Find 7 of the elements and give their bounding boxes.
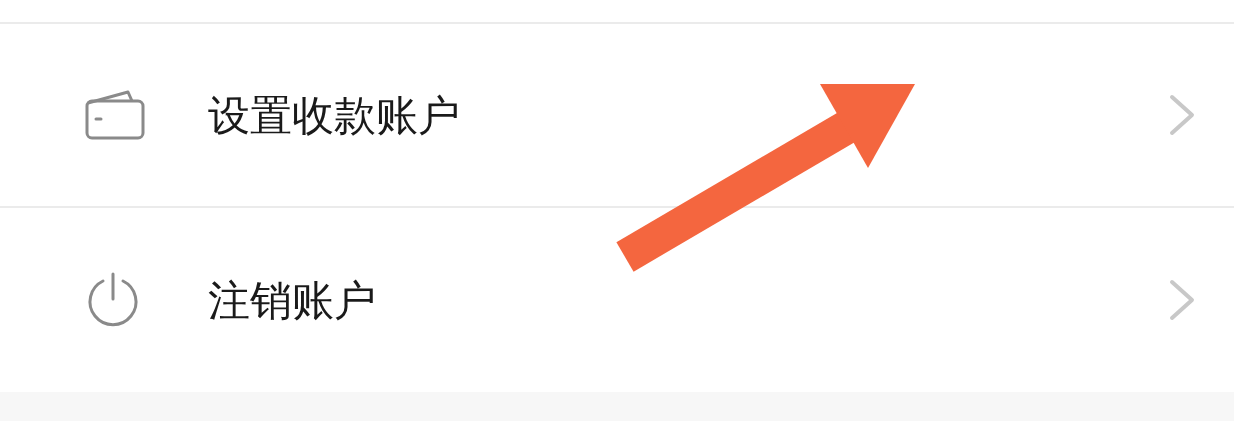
menu-item[interactable]: 设置收款账户	[0, 24, 1234, 208]
chevron-right-icon	[1168, 93, 1196, 137]
menu-item-label: 设置收款账户	[208, 89, 461, 142]
menu-item[interactable]: 注销账户	[0, 208, 1234, 392]
menu-item-label: 注销账户	[208, 274, 377, 327]
chevron-right-icon	[1168, 278, 1196, 322]
wallet-icon	[84, 89, 146, 141]
